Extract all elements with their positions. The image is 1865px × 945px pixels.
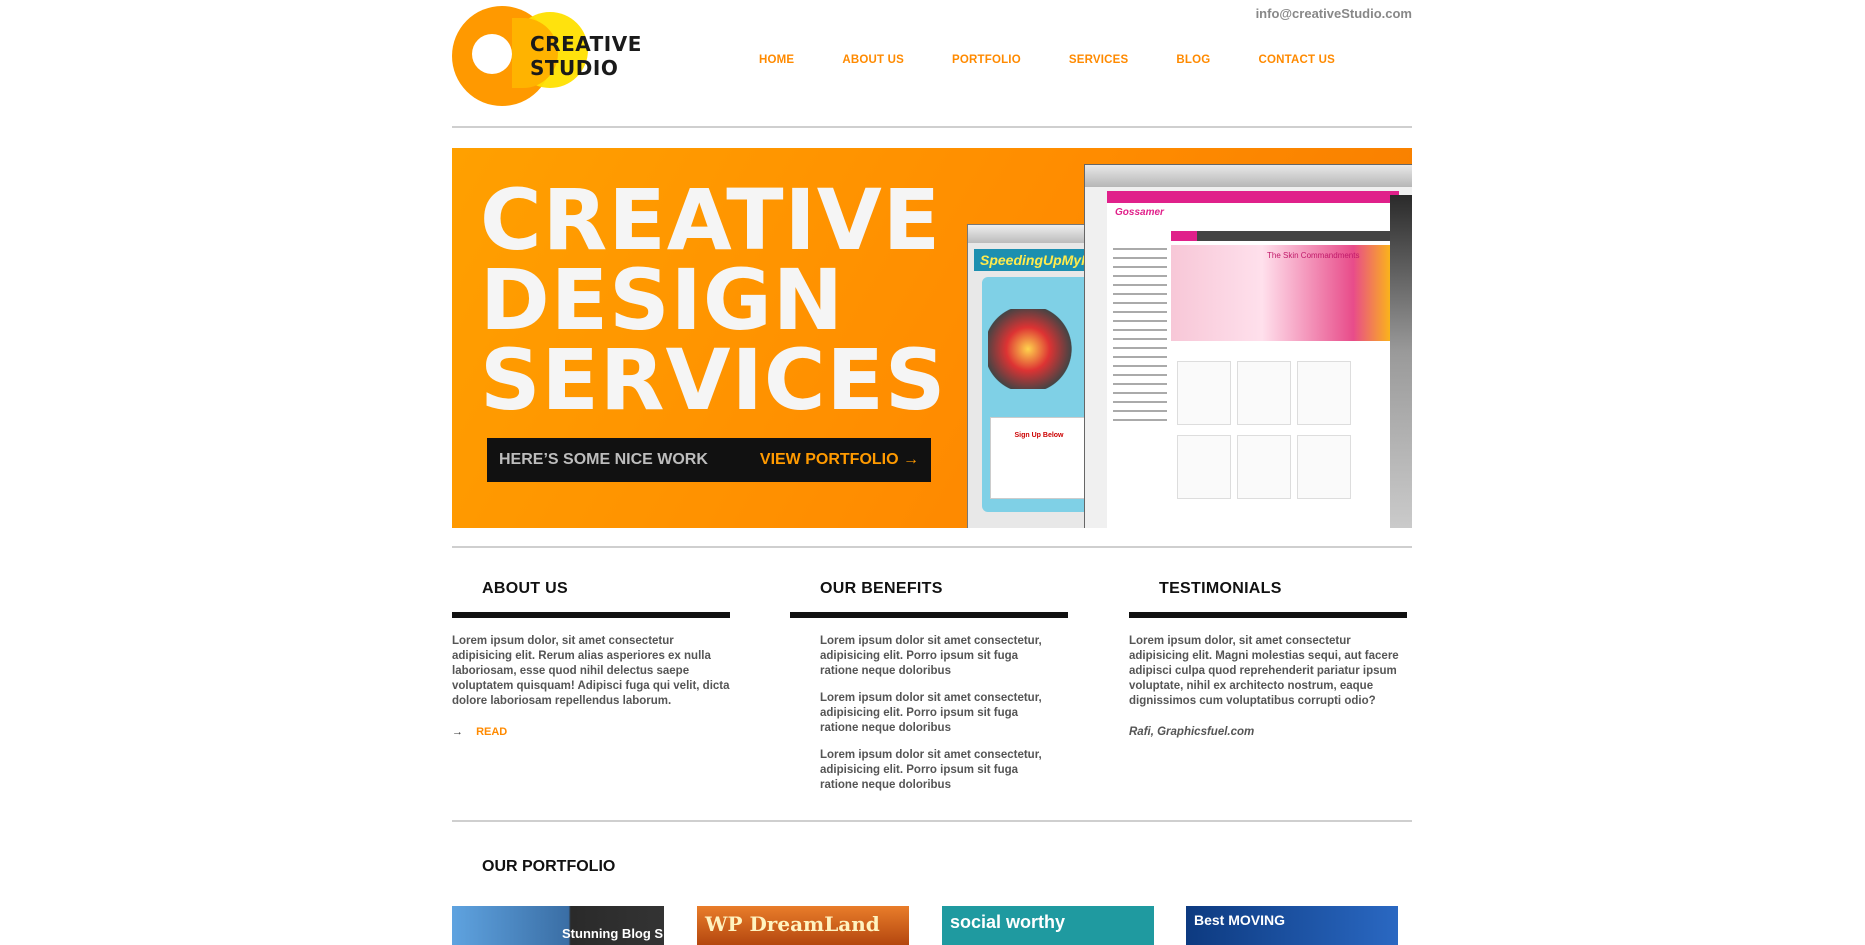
nav-portfolio[interactable]: PORTFOLIO [952, 54, 1021, 66]
divider [452, 126, 1412, 128]
hero-title: CREATIVE DESIGN SERVICES [480, 171, 947, 429]
main-nav: HOME ABOUT US PORTFOLIO SERVICES BLOG CO… [759, 54, 1383, 66]
thumb-label: WP DreamLand [705, 912, 880, 936]
logo-text: CREATIVE STUDIO [530, 32, 642, 80]
page-wrapper: CREATIVE STUDIO info@creativeStudio.com … [452, 0, 1412, 945]
portfolio-thumb[interactable]: WP DreamLand [697, 906, 909, 945]
mockup-product [1177, 435, 1231, 499]
mockup-car-image [988, 309, 1088, 389]
logo[interactable]: CREATIVE STUDIO [452, 6, 652, 108]
nav-blog[interactable]: BLOG [1176, 54, 1210, 66]
mockup-product [1297, 435, 1351, 499]
nav-home[interactable]: HOME [759, 54, 794, 66]
logo-line2: STUDIO [530, 56, 619, 80]
mockup-product [1237, 361, 1291, 425]
email-link[interactable]: info@creativeStudio.com [1256, 6, 1412, 21]
hero-title-line: SERVICES [480, 331, 947, 429]
mockup-product [1297, 361, 1351, 425]
nav-about-us[interactable]: ABOUT US [842, 54, 904, 66]
benefit-item: Lorem ipsum dolor sit amet consectetur, … [820, 692, 1042, 734]
browser-mockup-front: Gossamer The Skin Commandments [1084, 164, 1412, 528]
logo-line1: CREATIVE [530, 32, 642, 56]
nav-services[interactable]: SERVICES [1069, 54, 1129, 66]
hero-banner: CREATIVE DESIGN SERVICES HERE’S SOME NIC… [452, 148, 1412, 528]
benefit-item: Lorem ipsum dolor sit amet consectetur, … [820, 749, 1042, 791]
portfolio-thumb[interactable]: Stunning Blog S [452, 906, 664, 945]
thumb-label: Stunning Blog S [562, 926, 664, 941]
divider [452, 820, 1412, 822]
mockup-page: Gossamer The Skin Commandments [1107, 191, 1399, 528]
testimonial-text: Lorem ipsum dolor, sit amet consectetur … [1129, 635, 1399, 707]
nav-contact-us[interactable]: CONTACT US [1258, 54, 1335, 66]
mockup-brand: SpeedingUpMyPC [974, 249, 1102, 271]
view-portfolio-link[interactable]: VIEW PORTFOLIO → [760, 451, 919, 469]
mockup-product [1177, 361, 1231, 425]
benefits-section: OUR BENEFITS Lorem ipsum dolor sit amet … [790, 580, 1070, 793]
mockup-banner-title: The Skin Commandments [1267, 251, 1360, 260]
read-link[interactable]: → READ [452, 726, 507, 738]
thumb-label: Best MOVING [1194, 912, 1286, 928]
divider [452, 546, 1412, 548]
mockup-product [1237, 435, 1291, 499]
about-title: ABOUT US [482, 580, 568, 597]
portfolio-thumb[interactable]: social worthy [942, 906, 1154, 945]
testimonials-section: TESTIMONIALS Lorem ipsum dolor, sit amet… [1129, 580, 1412, 740]
thumb-label: social worthy [950, 912, 1066, 932]
mockup-sidebar [1113, 241, 1167, 528]
testimonial-author: Rafi, Graphicsfuel.com [1129, 726, 1255, 738]
arrow-right-icon: → [452, 726, 463, 738]
about-section: ABOUT US Lorem ipsum dolor, sit amet con… [452, 580, 730, 709]
portfolio-thumb[interactable]: Best MOVING [1186, 906, 1398, 945]
hero-lead-text: HERE’S SOME NICE WORK [499, 451, 708, 468]
testimonials-title: TESTIMONIALS [1159, 580, 1282, 597]
mockup-signup-box: Sign Up Below [990, 417, 1088, 499]
benefits-title: OUR BENEFITS [820, 580, 943, 597]
hero-title-line: CREATIVE [480, 171, 942, 269]
hero-title-line: DESIGN [480, 251, 845, 349]
hero-cta-bar: HERE’S SOME NICE WORK VIEW PORTFOLIO → [487, 438, 931, 482]
mockup-brand: Gossamer [1115, 207, 1164, 218]
portfolio-title: OUR PORTFOLIO [482, 858, 616, 875]
about-text: Lorem ipsum dolor, sit amet consectetur … [452, 635, 730, 707]
read-label: READ [476, 726, 508, 738]
benefit-item: Lorem ipsum dolor sit amet consectetur, … [820, 635, 1042, 677]
